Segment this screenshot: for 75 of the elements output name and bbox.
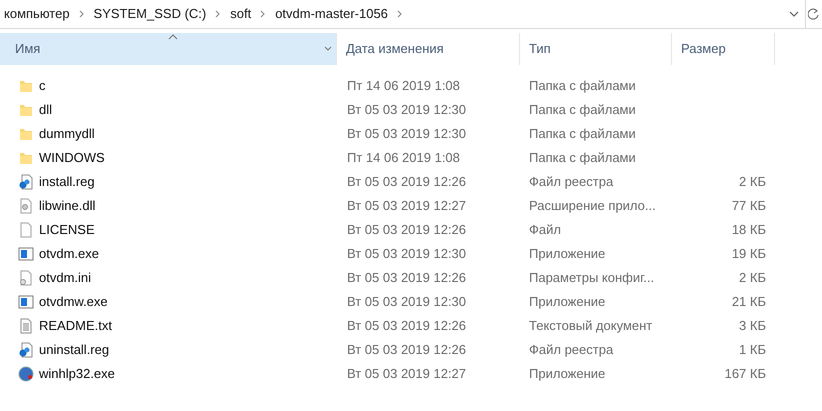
file-icon xyxy=(18,222,34,238)
file-name[interactable]: otvdmw.exe xyxy=(39,292,108,312)
chevron-down-icon[interactable] xyxy=(324,46,332,52)
date-cell: Пт 14 06 2019 1:08 xyxy=(347,150,460,166)
settings-file-icon xyxy=(18,270,34,286)
application-icon xyxy=(18,294,34,310)
file-name[interactable]: install.reg xyxy=(39,172,95,192)
file-name[interactable]: c xyxy=(39,76,46,96)
help-file-icon xyxy=(18,366,34,382)
text-file-icon xyxy=(18,318,34,334)
type-cell: Файл реестра xyxy=(529,342,614,358)
date-cell: Вт 05 03 2019 12:30 xyxy=(347,294,466,310)
date-cell: Вт 05 03 2019 12:30 xyxy=(347,102,466,118)
breadcrumb-item[interactable]: otvdm-master-1056 xyxy=(275,4,388,24)
breadcrumb-item[interactable]: компьютер xyxy=(4,4,70,24)
chevron-right-icon xyxy=(215,10,222,18)
date-cell: Вт 05 03 2019 12:26 xyxy=(347,270,466,286)
type-cell: Папка с файлами xyxy=(529,78,636,94)
date-cell: Вт 05 03 2019 12:26 xyxy=(347,222,466,238)
application-icon xyxy=(18,246,34,262)
registry-file-icon xyxy=(18,174,34,190)
type-cell: Параметры конфиг... xyxy=(529,270,654,286)
date-cell: Пт 14 06 2019 1:08 xyxy=(347,78,460,94)
type-cell: Приложение xyxy=(529,246,606,262)
type-cell: Папка с файлами xyxy=(529,126,636,142)
refresh-icon[interactable] xyxy=(808,7,820,21)
size-cell-text: 19 КБ xyxy=(732,245,766,264)
column-header[interactable]: Имя xyxy=(0,33,337,65)
date-cell: Вт 05 03 2019 12:26 xyxy=(347,174,466,190)
chevron-down-icon[interactable] xyxy=(789,10,799,18)
date-cell: Вт 05 03 2019 12:26 xyxy=(347,342,466,358)
date-cell: Вт 05 03 2019 12:30 xyxy=(347,246,466,262)
size-cell-text: 2 КБ xyxy=(739,173,766,192)
file-name[interactable]: libwine.dll xyxy=(39,196,96,216)
type-cell: Приложение xyxy=(529,294,606,310)
folder-icon xyxy=(18,150,34,166)
sort-up-icon xyxy=(168,34,178,40)
size-cell-text: 1 КБ xyxy=(739,341,766,360)
folder-icon xyxy=(18,78,34,94)
file-name[interactable]: otvdm.exe xyxy=(39,244,99,264)
size-cell-text: 2 КБ xyxy=(739,269,766,288)
chevron-right-icon xyxy=(78,10,85,18)
size-cell-text: 167 КБ xyxy=(724,365,766,384)
folder-icon xyxy=(18,102,34,118)
type-cell: Файл xyxy=(529,222,561,238)
type-cell: Папка с файлами xyxy=(529,150,636,166)
size-cell-text: 77 КБ xyxy=(732,197,766,216)
file-name[interactable]: dummydll xyxy=(39,124,95,144)
file-name[interactable]: otvdm.ini xyxy=(39,268,92,288)
size-cell-text: 3 КБ xyxy=(739,317,766,336)
file-name[interactable]: uninstall.reg xyxy=(39,340,110,360)
type-cell: Приложение xyxy=(529,366,606,382)
address-bar[interactable]: компьютер SYSTEM_SSD (C:) soft otvdm-master-1056 xyxy=(0,0,806,28)
breadcrumb-item[interactable]: SYSTEM_SSD (C:) xyxy=(94,4,206,24)
date-cell: Вт 05 03 2019 12:26 xyxy=(347,318,466,334)
folder-icon xyxy=(18,126,34,142)
date-cell: Вт 05 03 2019 12:27 xyxy=(347,366,466,382)
size-cell-text: 21 КБ xyxy=(732,293,766,312)
type-cell: Расширение прило... xyxy=(529,198,656,214)
type-cell: Текстовый документ xyxy=(529,318,652,334)
type-cell: Папка с файлами xyxy=(529,102,636,118)
type-cell: Файл реестра xyxy=(529,174,614,190)
file-name[interactable]: winhlp32.exe xyxy=(39,364,115,384)
chevron-right-icon xyxy=(396,10,403,18)
date-cell: Вт 05 03 2019 12:27 xyxy=(347,198,466,214)
size-cell-text: 18 КБ xyxy=(732,221,766,240)
file-name[interactable]: LICENSE xyxy=(39,220,95,240)
file-name[interactable]: WINDOWS xyxy=(39,148,105,168)
dll-file-icon xyxy=(18,198,34,214)
date-cell: Вт 05 03 2019 12:30 xyxy=(347,126,466,142)
breadcrumb-item[interactable]: soft xyxy=(230,4,252,24)
chevron-right-icon xyxy=(260,10,266,18)
file-name[interactable]: dll xyxy=(39,100,52,120)
registry-file-icon xyxy=(18,342,34,358)
file-name[interactable]: README.txt xyxy=(39,316,112,336)
